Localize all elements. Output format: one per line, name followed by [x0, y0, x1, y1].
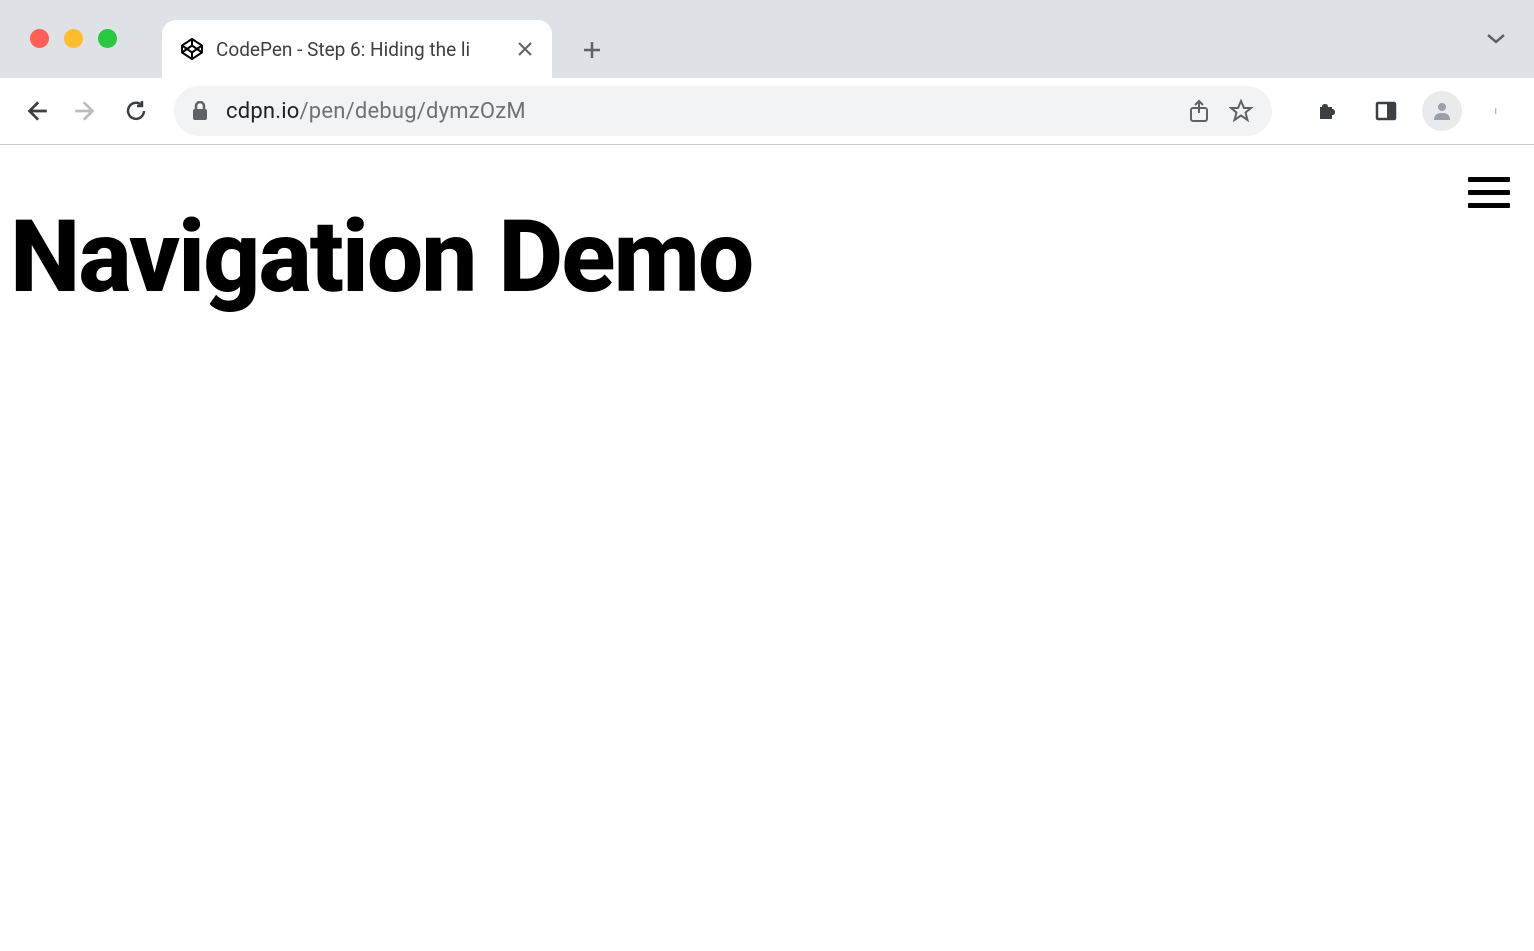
url-text: cdpn.io/pen/debug/dymzOzM — [226, 99, 1172, 124]
extensions-button[interactable] — [1306, 89, 1350, 133]
toolbar-right — [1288, 89, 1520, 133]
menu-button[interactable] — [1476, 89, 1520, 133]
page-content: Navigation Demo — [0, 145, 1534, 951]
profile-button[interactable] — [1422, 91, 1462, 131]
codepen-icon — [180, 37, 204, 61]
tab-close-button[interactable] — [516, 40, 534, 58]
window-maximize-button[interactable] — [98, 29, 117, 48]
page-heading: Navigation Demo — [0, 145, 1534, 310]
tab-title: CodePen - Step 6: Hiding the li — [216, 38, 504, 61]
bookmark-button[interactable] — [1228, 98, 1254, 124]
url-domain: cdpn.io — [226, 99, 300, 124]
back-button[interactable] — [14, 89, 58, 133]
address-bar[interactable]: cdpn.io/pen/debug/dymzOzM — [174, 86, 1272, 136]
tabs-dropdown-button[interactable] — [1476, 18, 1516, 58]
tab-bar: CodePen - Step 6: Hiding the li — [0, 0, 1534, 78]
window-minimize-button[interactable] — [64, 29, 83, 48]
browser-tab[interactable]: CodePen - Step 6: Hiding the li — [162, 20, 552, 78]
toolbar: cdpn.io/pen/debug/dymzOzM — [0, 78, 1534, 144]
window-close-button[interactable] — [30, 29, 49, 48]
hamburger-line-icon — [1468, 203, 1510, 208]
lock-icon — [192, 101, 212, 121]
share-button[interactable] — [1186, 98, 1212, 124]
window-controls — [20, 29, 127, 48]
hamburger-menu-button[interactable] — [1468, 173, 1510, 211]
new-tab-button[interactable] — [572, 30, 612, 70]
hamburger-line-icon — [1468, 190, 1510, 195]
reload-button[interactable] — [114, 89, 158, 133]
hamburger-line-icon — [1468, 177, 1510, 182]
browser-chrome: CodePen - Step 6: Hiding the li — [0, 0, 1534, 145]
forward-button[interactable] — [64, 89, 108, 133]
side-panel-button[interactable] — [1364, 89, 1408, 133]
address-bar-actions — [1186, 98, 1254, 124]
url-path: /pen/debug/dymzOzM — [300, 99, 526, 124]
